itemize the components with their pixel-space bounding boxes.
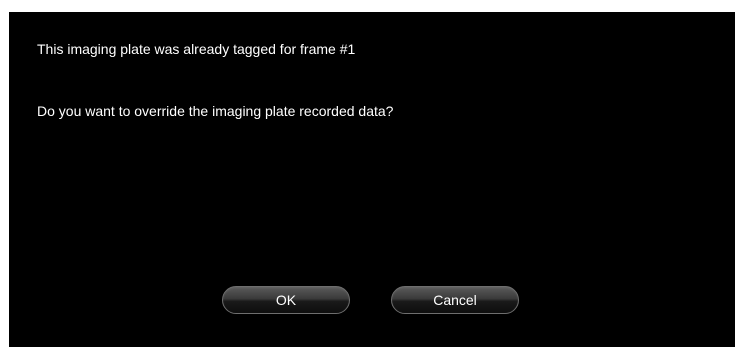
dialog-message-override-question: Do you want to override the imaging plat… — [37, 103, 394, 119]
confirm-dialog: This imaging plate was already tagged fo… — [9, 12, 735, 347]
ok-button[interactable]: OK — [222, 286, 350, 314]
dialog-message-tagged: This imaging plate was already tagged fo… — [37, 41, 356, 57]
cancel-button[interactable]: Cancel — [391, 286, 519, 314]
